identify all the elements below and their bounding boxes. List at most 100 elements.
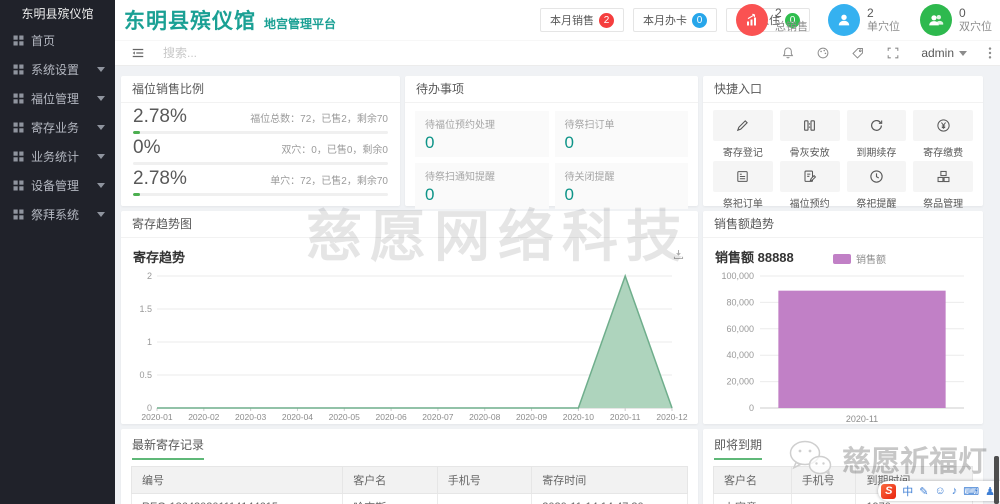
collapse-sidebar-icon[interactable] bbox=[131, 46, 145, 60]
quick-entry-grid: 寄存登记 骨灰安放 到期续存 寄存缴费 祭祀订单 福位预约 祭祀提醒 祭品管理 bbox=[703, 103, 983, 210]
theme-palette-icon[interactable] bbox=[816, 46, 830, 60]
card-title: 待办事项 bbox=[405, 76, 698, 103]
ime-keyboard-icon[interactable]: ⌨ bbox=[963, 485, 979, 498]
month-sales-label: 本月销售 bbox=[550, 15, 594, 27]
month-cards-button[interactable]: 本月办卡 0 bbox=[633, 8, 717, 32]
todo-item-close-reminders[interactable]: 待关闭提醒 0 bbox=[554, 163, 688, 209]
username: admin bbox=[921, 46, 954, 60]
ratio-detail: 单穴：72，已售2，剩余70 bbox=[270, 176, 388, 187]
header-stats: 2 总销售 2 单穴位 0 双穴位 bbox=[736, 4, 992, 36]
ratio-row-total: 2.78% 福位总数：72，已售2，剩余70 bbox=[121, 103, 400, 134]
fullscreen-icon[interactable] bbox=[886, 46, 900, 60]
sidebar-item-worship-system[interactable]: 祭拜系统 bbox=[0, 200, 115, 229]
card-title: 快捷入口 bbox=[703, 76, 983, 103]
cell-customer-name: 上官童 bbox=[713, 493, 792, 504]
ime-emoji-icon[interactable]: ☺ bbox=[935, 485, 946, 497]
todo-label: 待福位预约处理 bbox=[425, 120, 495, 131]
quick-ashes-placement[interactable]: 骨灰安放 bbox=[779, 110, 840, 159]
stat-total-sales: 2 总销售 bbox=[736, 4, 808, 36]
quick-tile bbox=[913, 110, 973, 141]
card-title: 最新寄存记录 bbox=[121, 429, 698, 460]
sidebar-item-deposit-business[interactable]: 寄存业务 bbox=[0, 113, 115, 142]
quick-label: 寄存缴费 bbox=[923, 148, 964, 159]
count-badge: 2 bbox=[599, 12, 614, 28]
todo-item-niche-reservation[interactable]: 待福位预约处理 0 bbox=[415, 111, 549, 157]
scrollbar-thumb[interactable] bbox=[994, 456, 999, 504]
sogou-logo-icon[interactable]: S bbox=[881, 483, 897, 499]
column-header: 客户名 bbox=[713, 466, 792, 494]
sidebar-item-home[interactable]: 首页 bbox=[0, 26, 115, 55]
active-tab-label: 最新寄存记录 bbox=[132, 436, 205, 460]
user-icon bbox=[838, 14, 850, 26]
quick-niche-reservation[interactable]: 福位预约 bbox=[779, 161, 840, 210]
svg-text:2020-11: 2020-11 bbox=[846, 414, 878, 424]
column-header: 手机号 bbox=[790, 466, 857, 494]
menu-icon bbox=[13, 151, 24, 162]
quick-ritual-reminder[interactable]: 祭祀提醒 bbox=[846, 161, 907, 210]
active-tab-label: 即将到期 bbox=[714, 436, 763, 460]
todo-label: 待关闭提醒 bbox=[564, 172, 615, 183]
svg-text:0: 0 bbox=[749, 403, 754, 413]
quick-deposit-register[interactable]: 寄存登记 bbox=[713, 110, 773, 159]
todo-grid: 待福位预约处理 0 待祭扫订单 0 待祭扫通知提醒 0 待关闭提醒 0 bbox=[405, 103, 698, 217]
tag-icon[interactable] bbox=[851, 46, 865, 60]
cell-phone bbox=[436, 493, 533, 504]
todo-value: 0 bbox=[425, 185, 435, 204]
ime-voice-icon[interactable]: ♪ bbox=[952, 485, 958, 497]
todo-item-sweep-orders[interactable]: 待祭扫订单 0 bbox=[554, 111, 688, 157]
download-chart-icon[interactable] bbox=[672, 248, 685, 261]
svg-text:100,000: 100,000 bbox=[721, 271, 754, 281]
users-icon bbox=[929, 15, 944, 26]
quick-renew-deposit[interactable]: 到期续存 bbox=[846, 110, 907, 159]
sidebar-item-label: 祭拜系统 bbox=[31, 208, 80, 222]
stat-double-niche: 0 双穴位 bbox=[920, 4, 992, 36]
count-badge: 0 bbox=[692, 12, 707, 28]
bar-chart-icon bbox=[747, 13, 756, 26]
column-header: 手机号 bbox=[436, 466, 533, 494]
menu-icon bbox=[13, 93, 24, 104]
quick-deposit-payment[interactable]: 寄存缴费 bbox=[913, 110, 973, 159]
svg-text:2020-12: 2020-12 bbox=[656, 412, 687, 422]
ratio-percent: 0% bbox=[133, 137, 161, 158]
more-options-icon[interactable] bbox=[988, 46, 992, 60]
sidebar-item-system-settings[interactable]: 系统设置 bbox=[0, 55, 115, 84]
sidebar-item-device-management[interactable]: 设备管理 bbox=[0, 171, 115, 200]
clipboard-icon bbox=[737, 171, 749, 182]
quick-offerings-management[interactable]: 祭品管理 bbox=[913, 161, 973, 210]
progress-fill bbox=[133, 193, 141, 196]
ime-lang-icon[interactable]: 中 bbox=[902, 483, 913, 499]
todo-item-sweep-notices[interactable]: 待祭扫通知提醒 0 bbox=[415, 163, 549, 209]
card-title: 寄存趋势图 bbox=[121, 211, 698, 238]
latest-records-table: 编号 客户名 手机号 寄存时间 REG-186420201114144615 哈… bbox=[130, 466, 688, 504]
dashboard-page: 东明县殡仪馆 首页 系统设置 福位管理 寄存业务 业务统计 设备管理 祭拜系统 … bbox=[0, 0, 1000, 504]
cell-phone bbox=[790, 493, 857, 504]
niche-sales-ratio-card: 福位销售比例 2.78% 福位总数：72，已售2，剩余70 0% 双穴：0，已售0，… bbox=[121, 76, 400, 206]
svg-text:2020-09: 2020-09 bbox=[516, 412, 547, 422]
ime-pen-icon[interactable]: ✎ bbox=[919, 485, 928, 498]
card-title: 销售额趋势 bbox=[703, 211, 983, 238]
yen-icon bbox=[936, 119, 950, 132]
sidebar-item-niche-management[interactable]: 福位管理 bbox=[0, 84, 115, 113]
ratio-percent: 2.78% bbox=[133, 106, 187, 127]
sidebar-item-label: 首页 bbox=[31, 34, 56, 48]
ratio-detail: 双穴：0，已售0，剩余0 bbox=[281, 145, 388, 156]
month-cards-label: 本月办卡 bbox=[643, 15, 687, 27]
quick-tile bbox=[779, 161, 840, 192]
month-sales-button[interactable]: 本月销售 2 bbox=[540, 8, 624, 32]
svg-text:2020-10: 2020-10 bbox=[563, 412, 594, 422]
svg-text:40,000: 40,000 bbox=[726, 350, 754, 360]
quick-ritual-orders[interactable]: 祭祀订单 bbox=[713, 161, 773, 210]
user-menu[interactable]: admin bbox=[921, 46, 967, 60]
quick-label: 祭祀提醒 bbox=[856, 199, 897, 210]
sidebar-item-business-stats[interactable]: 业务统计 bbox=[0, 142, 115, 171]
ratio-detail: 福位总数：72，已售2，剩余70 bbox=[250, 114, 388, 125]
svg-text:1.5: 1.5 bbox=[139, 304, 152, 314]
search-input[interactable] bbox=[163, 46, 313, 60]
ratio-row-double: 0% 双穴：0，已售0，剩余0 bbox=[121, 134, 400, 165]
svg-text:0.5: 0.5 bbox=[139, 370, 152, 380]
svg-text:20,000: 20,000 bbox=[726, 377, 754, 387]
deposit-trend-chart: 00.511.522020-01 2020-02 2020-03 2020-04 202… bbox=[139, 271, 687, 422]
chevron-down-icon bbox=[97, 125, 105, 130]
bell-icon[interactable] bbox=[781, 46, 795, 60]
todo-label: 待祭扫通知提醒 bbox=[425, 172, 495, 183]
